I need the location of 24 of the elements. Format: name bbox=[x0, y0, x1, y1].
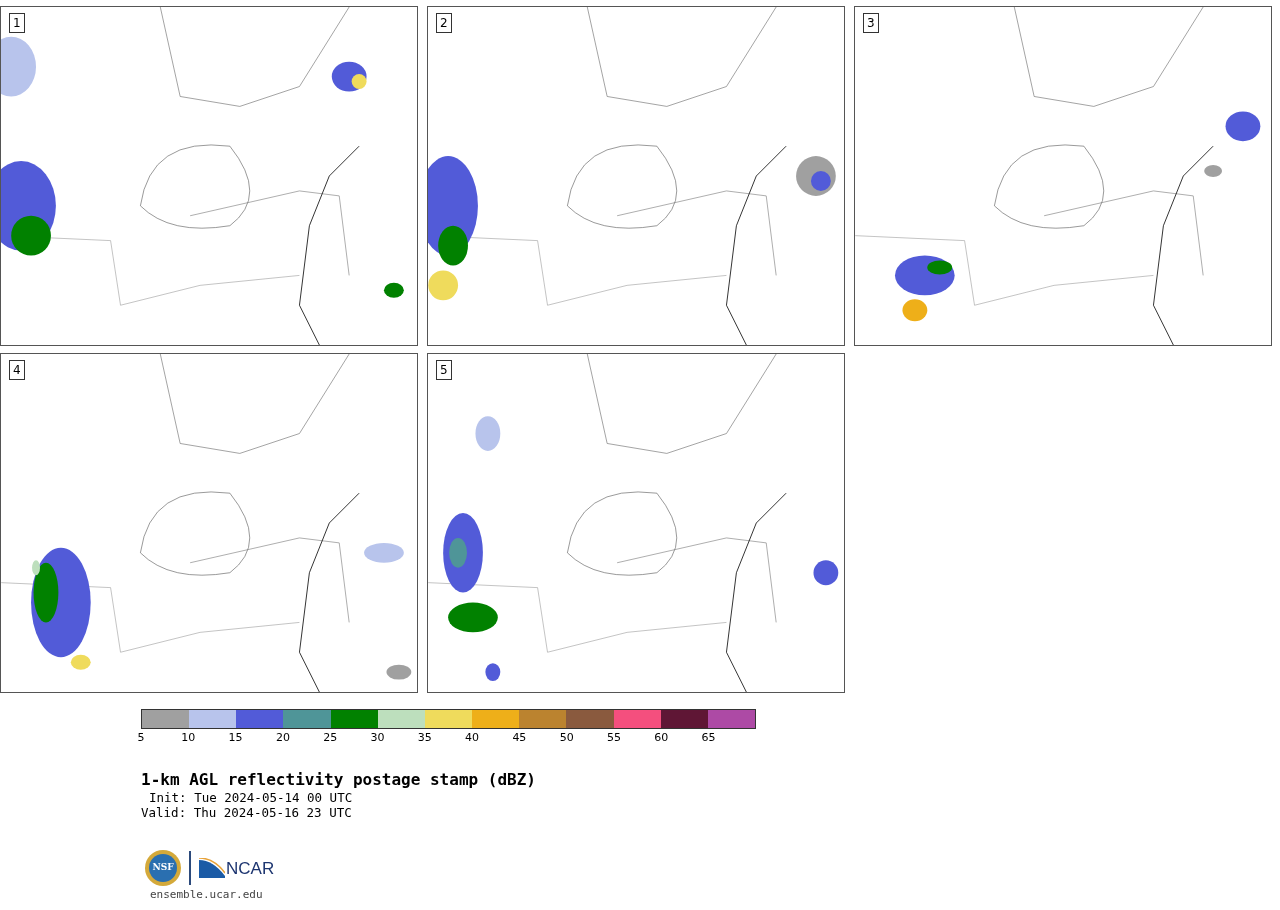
ncar-logo: NCAR bbox=[199, 858, 275, 878]
tick-label: 50 bbox=[559, 730, 574, 746]
tick-label: 65 bbox=[701, 730, 716, 746]
tick-label: 5 bbox=[137, 730, 145, 746]
tick-label: 40 bbox=[465, 730, 480, 746]
tick-label: 15 bbox=[228, 730, 243, 746]
nsf-logo: NSF bbox=[145, 850, 181, 886]
panel-number: 2 bbox=[436, 13, 452, 33]
tick-label: 25 bbox=[323, 730, 338, 746]
tick-label: 30 bbox=[370, 730, 385, 746]
panel-number: 4 bbox=[9, 360, 25, 380]
tick-label: 35 bbox=[417, 730, 432, 746]
tick-label: 10 bbox=[181, 730, 196, 746]
panel-number: 1 bbox=[9, 13, 25, 33]
tick-label: 60 bbox=[654, 730, 669, 746]
tick-label: 55 bbox=[606, 730, 621, 746]
website-url: ensemble.ucar.edu bbox=[150, 888, 264, 902]
valid-time: Valid: Thu 2024-05-16 23 UTC bbox=[141, 805, 353, 820]
tick-label: 20 bbox=[275, 730, 290, 746]
panel-number: 5 bbox=[436, 360, 452, 380]
chart-title: 1-km AGL reflectivity postage stamp (dBZ) bbox=[141, 770, 537, 790]
tick-label: 45 bbox=[512, 730, 527, 746]
panel-number: 3 bbox=[863, 13, 879, 33]
init-time: Init: Tue 2024-05-14 00 UTC bbox=[148, 790, 354, 805]
